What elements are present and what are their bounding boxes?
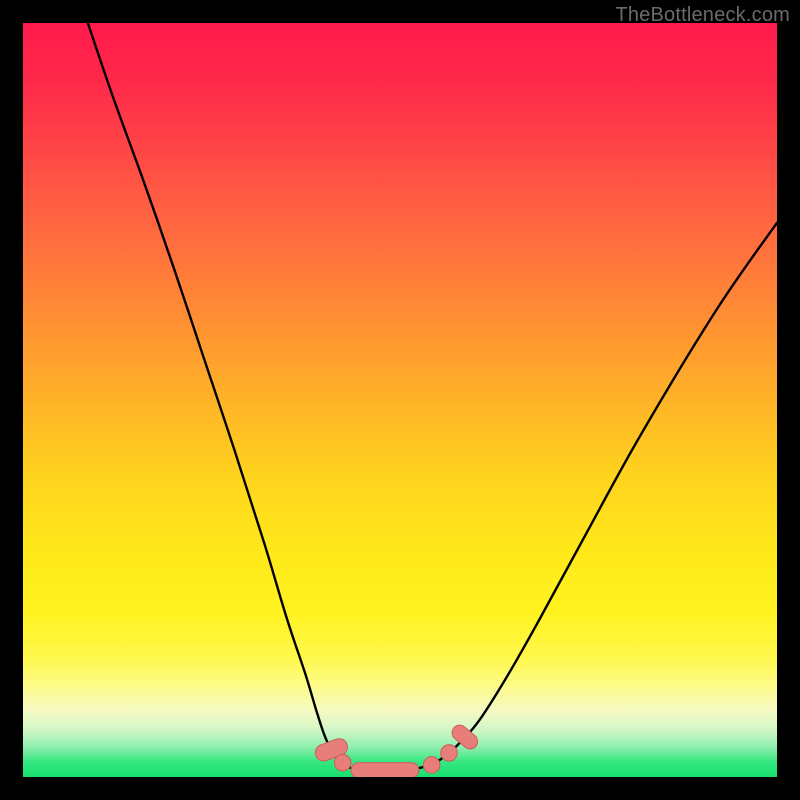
curve-marker: [351, 763, 419, 777]
curve-marker: [313, 736, 350, 763]
curve-marker: [423, 757, 440, 774]
curve-marker: [441, 745, 458, 762]
bottleneck-curve: [88, 23, 777, 771]
watermark-text: TheBottleneck.com: [615, 4, 790, 27]
curve-marker: [449, 722, 481, 752]
chart-overlay: [23, 23, 777, 777]
chart-frame: TheBottleneck.com: [0, 0, 800, 800]
chart-plot-area: [23, 23, 777, 777]
curve-marker: [334, 754, 351, 771]
curve-markers: [313, 722, 481, 777]
